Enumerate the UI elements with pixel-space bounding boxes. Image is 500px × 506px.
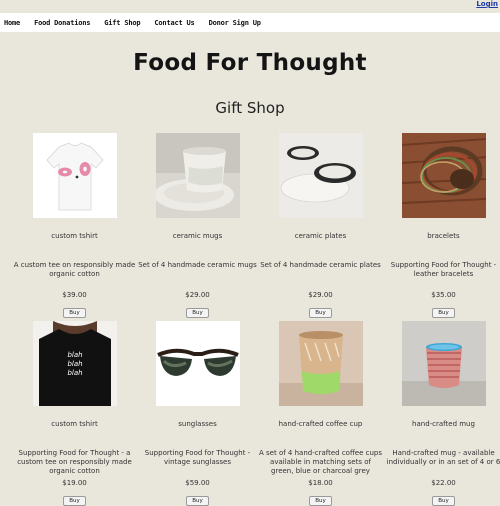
- product-name: hand-crafted coffee cup: [278, 420, 363, 428]
- product-card: sunglasses Supporting Food for Thought -…: [136, 321, 259, 506]
- product-card: hand-crafted coffee cup A set of 4 hand-…: [259, 321, 382, 506]
- nav-gift-shop[interactable]: Gift Shop: [104, 19, 140, 27]
- sunglasses-image[interactable]: [155, 321, 240, 406]
- product-description: A custom tee on responsibly made organic…: [13, 261, 136, 278]
- product-name: custom tshirt: [51, 232, 98, 240]
- product-price: $29.00: [308, 291, 333, 299]
- product-name: ceramic plates: [294, 232, 347, 240]
- product-price: $35.00: [431, 291, 456, 299]
- buy-button[interactable]: Buy: [63, 308, 86, 318]
- striped-mug-image[interactable]: [401, 321, 486, 406]
- tshirt-print-line: blah: [67, 360, 82, 368]
- buy-button[interactable]: Buy: [186, 308, 209, 318]
- white-tshirt-donut-image[interactable]: [32, 133, 117, 218]
- product-price: $59.00: [185, 479, 210, 487]
- nav-home[interactable]: Home: [4, 19, 20, 27]
- product-price: $29.00: [185, 291, 210, 299]
- product-name: sunglasses: [178, 420, 217, 428]
- product-card: ceramic plates Set of 4 handmade ceramic…: [259, 133, 382, 318]
- product-description: Set of 4 handmade ceramic mugs: [138, 261, 257, 269]
- buy-button[interactable]: Buy: [186, 496, 209, 506]
- product-card: custom tshirt A custom tee on responsibl…: [13, 133, 136, 318]
- buy-button[interactable]: Buy: [309, 496, 332, 506]
- coffee-cup-image[interactable]: [278, 321, 363, 406]
- buy-button[interactable]: Buy: [309, 308, 332, 318]
- tshirt-print-line: blah: [67, 351, 82, 359]
- product-description: A set of 4 hand-crafted coffee cups avai…: [259, 449, 382, 475]
- black-tshirt-blah-image[interactable]: blah blah blah: [32, 321, 117, 406]
- nav-contact-us[interactable]: Contact Us: [154, 19, 194, 27]
- product-card: hand-crafted mug Hand-crafted mug - avai…: [382, 321, 500, 506]
- tshirt-print-line: blah: [67, 369, 82, 377]
- main-nav: Home Food Donations Gift Shop Contact Us…: [0, 13, 500, 32]
- product-price: $18.00: [308, 479, 333, 487]
- leather-bracelets-image[interactable]: [401, 133, 486, 218]
- product-description: Hand-crafted mug - available individuall…: [386, 449, 500, 466]
- product-name: bracelets: [427, 232, 460, 240]
- page-title: Gift Shop: [215, 99, 285, 117]
- site-title: Food For Thought: [133, 50, 367, 76]
- product-card: bracelets Supporting Food for Thought - …: [382, 133, 500, 318]
- ceramic-plates-image[interactable]: [278, 133, 363, 218]
- buy-button[interactable]: Buy: [432, 308, 455, 318]
- product-price: $39.00: [62, 291, 87, 299]
- product-description: Supporting Food for Thought - leather br…: [390, 261, 497, 278]
- product-name: hand-crafted mug: [412, 420, 475, 428]
- nav-food-donations[interactable]: Food Donations: [34, 19, 90, 27]
- product-card: blah blah blah custom tshirt Supporting …: [13, 321, 136, 506]
- product-name: custom tshirt: [51, 420, 98, 428]
- product-card: ceramic mugs Set of 4 handmade ceramic m…: [136, 133, 259, 318]
- product-description: Supporting Food for Thought - a custom t…: [17, 449, 132, 475]
- ceramic-mug-image[interactable]: [155, 133, 240, 218]
- product-description: Supporting Food for Thought - vintage su…: [144, 449, 251, 466]
- product-name: ceramic mugs: [172, 232, 223, 240]
- buy-button[interactable]: Buy: [432, 496, 455, 506]
- buy-button[interactable]: Buy: [63, 496, 86, 506]
- product-description: Set of 4 handmade ceramic plates: [260, 261, 381, 269]
- product-price: $19.00: [62, 479, 87, 487]
- product-price: $22.00: [431, 479, 456, 487]
- login-link[interactable]: Login: [476, 0, 498, 8]
- nav-donor-sign-up[interactable]: Donor Sign Up: [209, 19, 261, 27]
